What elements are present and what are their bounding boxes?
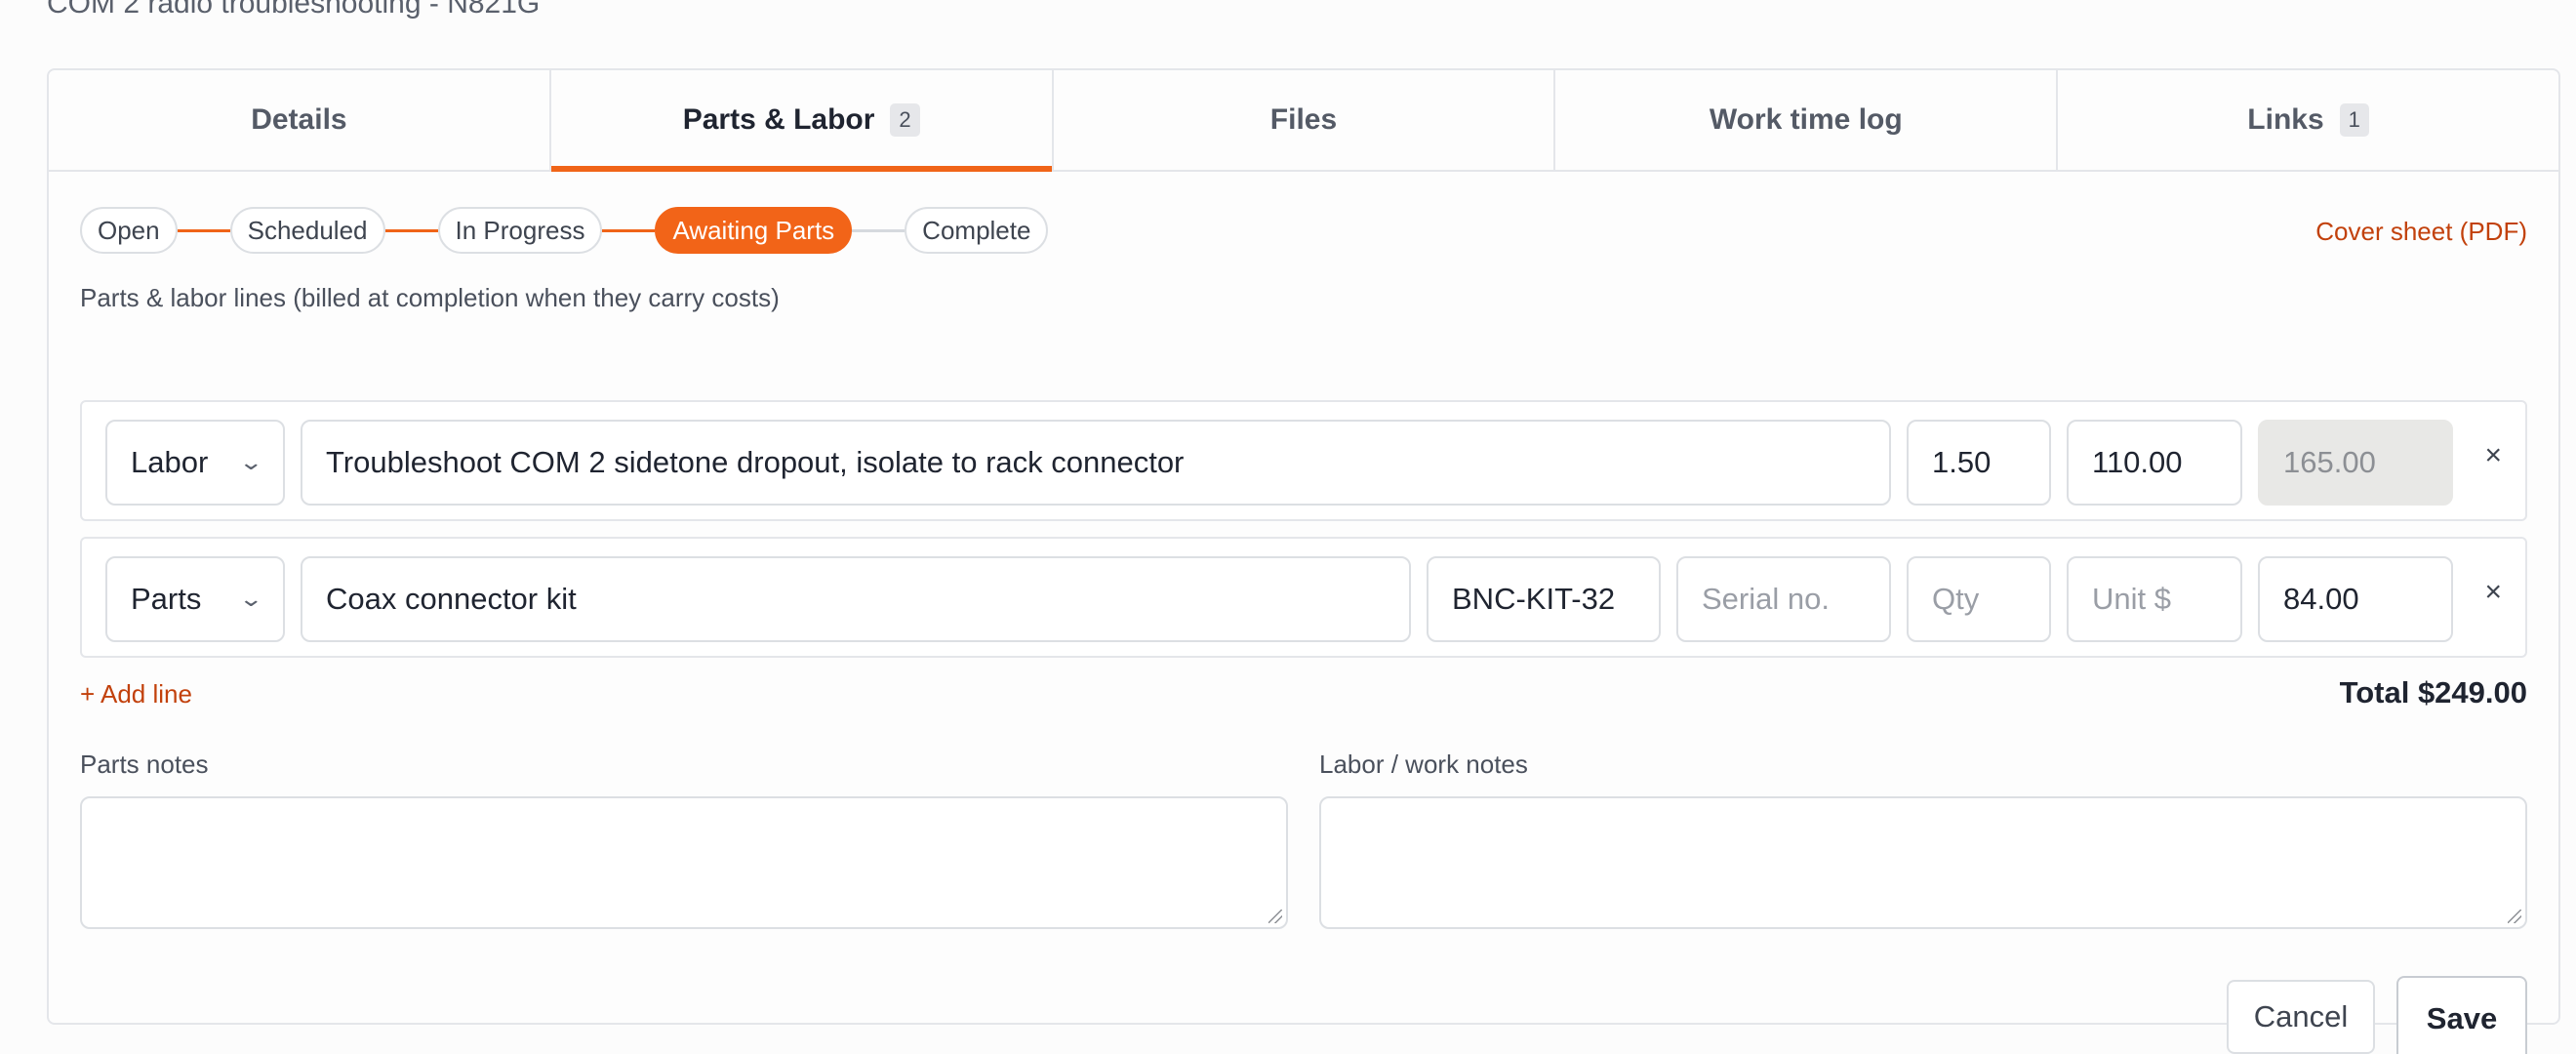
tab-label: Links (2247, 103, 2324, 136)
parts-notes-label: Parts notes (80, 750, 209, 779)
resize-handle-icon[interactable] (1268, 910, 1282, 923)
tab-files[interactable]: Files (1054, 70, 1556, 170)
add-line-button[interactable]: + Add line (80, 679, 192, 709)
line-type-select[interactable]: Labor ⌄ (105, 420, 285, 506)
parts-line-row: Parts ⌄ Coax connector kit BNC-KIT-32 Se… (80, 537, 2527, 658)
tab-content: Open Scheduled In Progress Awaiting Part… (80, 172, 2527, 1054)
quantity-input[interactable]: Qty (1907, 556, 2051, 642)
lines-section-label: Parts & labor lines (billed at completio… (80, 283, 780, 312)
status-step-open[interactable]: Open (80, 207, 178, 254)
unit-price-input[interactable]: Unit $ (2067, 556, 2242, 642)
cancel-button[interactable]: Cancel (2227, 980, 2375, 1054)
tab-bar: Details Parts & Labor 2 Files Work time … (49, 70, 2558, 172)
line-type-value: Labor (131, 445, 209, 479)
status-stepper: Open Scheduled In Progress Awaiting Part… (80, 207, 1049, 254)
tab-label: Work time log (1709, 103, 1903, 136)
page-title: COM 2 radio troubleshooting - N821G (47, 0, 541, 20)
status-step-complete[interactable]: Complete (905, 207, 1049, 254)
labor-hours-input[interactable]: 1.50 (1907, 420, 2051, 506)
labor-notes-textarea[interactable] (1319, 796, 2527, 929)
save-button[interactable]: Save (2396, 976, 2527, 1054)
step-connector (384, 228, 438, 232)
parts-notes-textarea[interactable] (80, 796, 1288, 929)
step-connector (852, 228, 906, 232)
line-description-input[interactable]: Troubleshoot COM 2 sidetone dropout, iso… (301, 420, 1891, 506)
tab-label: Files (1269, 103, 1338, 136)
tab-links[interactable]: Links 1 (2058, 70, 2558, 170)
line-amount-input[interactable]: 84.00 (2258, 556, 2453, 642)
step-connector (177, 228, 230, 232)
work-order-card: Details Parts & Labor 2 Files Work time … (47, 68, 2560, 1054)
chevron-down-icon: ⌄ (237, 587, 263, 611)
labor-rate-input[interactable]: 110.00 (2067, 420, 2242, 506)
labor-notes-label: Labor / work notes (1319, 750, 1528, 779)
cover-sheet-pdf-link[interactable]: Cover sheet (PDF) (2315, 217, 2527, 247)
tab-details[interactable]: Details (49, 70, 551, 170)
part-number-input[interactable]: BNC-KIT-32 (1427, 556, 1661, 642)
status-step-in-progress[interactable]: In Progress (437, 207, 603, 254)
total-amount: Total $249.00 (2339, 675, 2527, 709)
remove-line-icon[interactable]: × (2484, 439, 2502, 472)
tab-work-time-log[interactable]: Work time log (1555, 70, 2059, 170)
remove-line-icon[interactable]: × (2484, 576, 2502, 609)
step-connector (602, 228, 656, 232)
tab-parts-labor[interactable]: Parts & Labor 2 (550, 70, 1054, 172)
tab-label: Parts & Labor (682, 103, 875, 136)
status-step-awaiting-parts[interactable]: Awaiting Parts (655, 207, 853, 254)
line-description-input[interactable]: Coax connector kit (301, 556, 1411, 642)
tab-count-badge: 1 (2339, 103, 2369, 137)
line-type-select[interactable]: Parts ⌄ (105, 556, 285, 642)
line-amount-readonly: 165.00 (2258, 420, 2453, 506)
tab-count-badge: 2 (890, 103, 920, 137)
serial-number-input[interactable]: Serial no. (1676, 556, 1891, 642)
resize-handle-icon[interactable] (2508, 910, 2521, 923)
status-step-scheduled[interactable]: Scheduled (229, 207, 385, 254)
line-type-value: Parts (131, 582, 202, 616)
labor-line-row: Labor ⌄ Troubleshoot COM 2 sidetone drop… (80, 400, 2527, 521)
tab-label: Details (251, 103, 347, 136)
chevron-down-icon: ⌄ (237, 450, 263, 474)
